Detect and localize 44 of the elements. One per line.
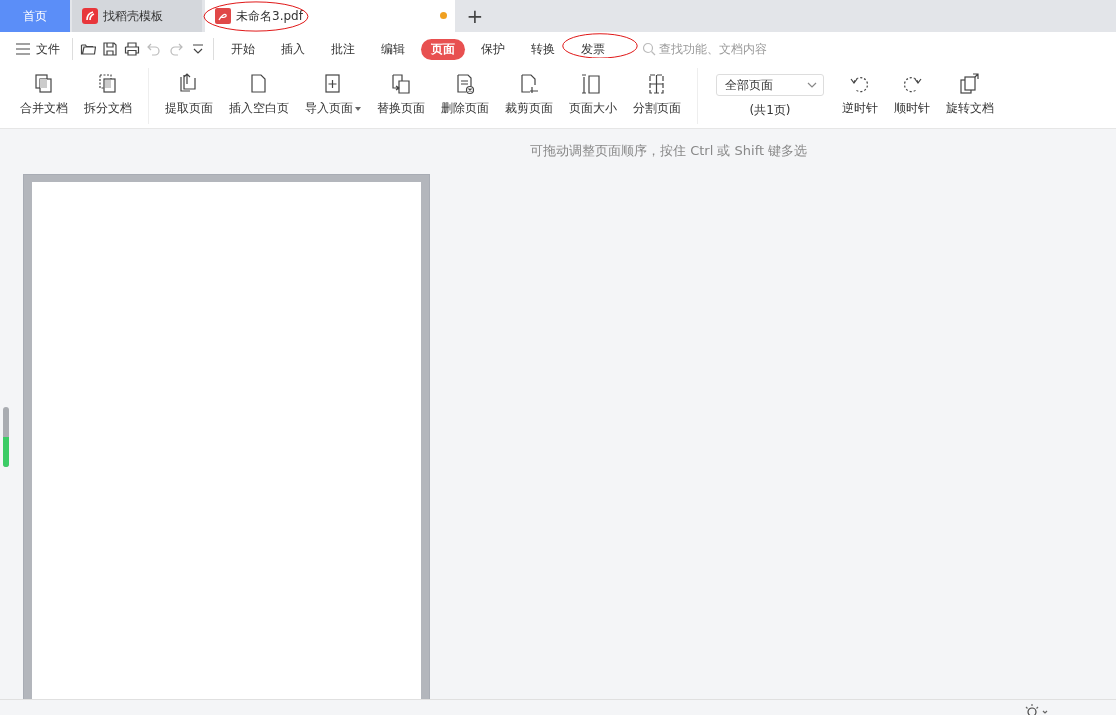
toolbar-button[interactable]: 插入空白页 <box>221 66 297 117</box>
tab-label: 首页 <box>23 7 47 25</box>
menu-tab[interactable]: 页面 <box>421 38 465 60</box>
leaf-logo-icon[interactable] <box>82 8 98 24</box>
page-swap-icon[interactable] <box>389 72 413 96</box>
file-menu[interactable]: 文件 <box>16 40 60 58</box>
save-icon[interactable] <box>102 41 118 57</box>
menu-tab[interactable]: 开始 <box>221 38 265 60</box>
hint-text: 可拖动调整页面顺序，按住 Ctrl 或 Shift 键多选 <box>530 142 808 160</box>
tab[interactable]: 找稻壳模板 <box>72 0 202 32</box>
toolbar-button[interactable]: 顺时针 <box>886 66 938 117</box>
toolbar-button[interactable]: 裁剪页面 <box>497 66 561 117</box>
menu-tab[interactable]: 插入 <box>271 38 315 60</box>
page-count: (共1页) <box>749 102 791 119</box>
search-field[interactable]: 查找功能、文档内容 <box>642 42 809 56</box>
new-tab-button[interactable]: + <box>455 0 495 32</box>
page-range-dropdown[interactable]: 全部页面 <box>716 74 824 96</box>
dropdown-value: 全部页面 <box>725 76 773 94</box>
tab-label: 找稻壳模板 <box>103 7 163 25</box>
print-icon[interactable] <box>124 41 140 57</box>
toolbar-button[interactable]: 替换页面 <box>369 66 433 117</box>
menu-tab[interactable]: 编辑 <box>371 38 415 60</box>
documents-rotate-icon[interactable] <box>958 72 982 96</box>
tab[interactable]: 未命名3.pdf <box>205 0 455 32</box>
zoom-slider[interactable] <box>3 407 9 467</box>
caret-icon[interactable] <box>355 106 361 111</box>
menu-tab[interactable]: 转换 <box>521 38 565 60</box>
menu-icon[interactable] <box>16 43 30 55</box>
toolbar-button[interactable]: 页面大小 <box>561 66 625 117</box>
chevron-down-icon[interactable] <box>807 82 817 88</box>
menu-tab[interactable]: 保护 <box>471 38 515 60</box>
tab-label: 未命名3.pdf <box>236 7 303 25</box>
toolbar-button[interactable]: 删除页面 <box>433 66 497 117</box>
toolbar-button[interactable]: 逆时针 <box>834 66 886 117</box>
toolbar-button[interactable]: 导入页面 <box>297 66 369 117</box>
toolbar-button[interactable]: 合并文档 <box>12 66 76 117</box>
toolbar-button[interactable]: 旋转文档 <box>938 66 1002 117</box>
toolbar-button[interactable]: 提取页面 <box>157 66 221 117</box>
menu-tab[interactable]: 批注 <box>321 38 365 60</box>
folder-icon[interactable] <box>80 41 96 57</box>
toolbar-button[interactable]: 拆分文档 <box>76 66 140 117</box>
toolbar-button[interactable]: 分割页面 <box>625 66 689 117</box>
brightness-icon[interactable] <box>1024 703 1048 715</box>
pdf-logo-icon[interactable] <box>215 8 231 24</box>
